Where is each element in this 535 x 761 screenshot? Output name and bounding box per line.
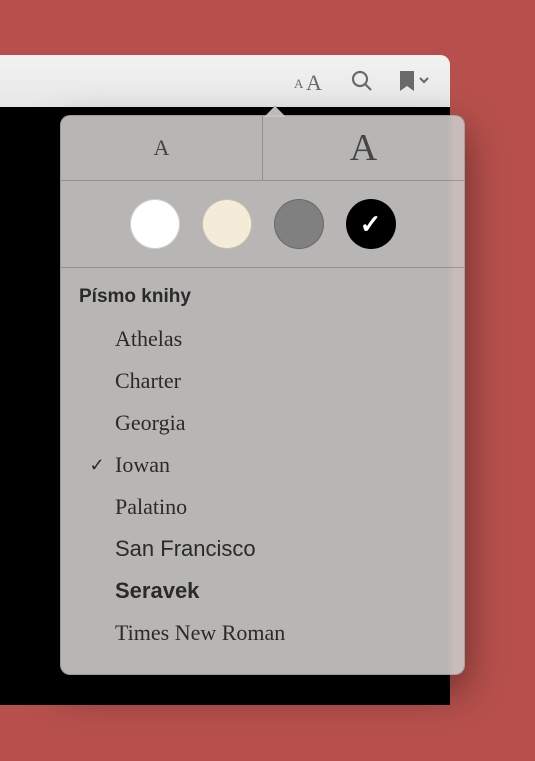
font-option[interactable]: ✓Times New Roman bbox=[79, 612, 464, 654]
font-option[interactable]: ✓Charter bbox=[79, 360, 464, 402]
increase-font-label: A bbox=[350, 126, 377, 170]
popover-arrow bbox=[264, 106, 286, 117]
font-option-label: Athelas bbox=[115, 326, 182, 352]
font-option[interactable]: ✓Georgia bbox=[79, 402, 464, 444]
font-option-label: Palatino bbox=[115, 494, 187, 520]
font-option-label: Times New Roman bbox=[115, 620, 285, 646]
svg-text:A: A bbox=[294, 76, 304, 91]
bookmark-button[interactable] bbox=[396, 69, 430, 93]
theme-swatch-black[interactable]: ✓ bbox=[346, 199, 396, 249]
appearance-button[interactable]: A A bbox=[294, 70, 328, 92]
font-option[interactable]: ✓Seravek bbox=[79, 570, 464, 612]
font-option[interactable]: ✓San Francisco bbox=[79, 528, 464, 570]
search-icon bbox=[350, 69, 374, 93]
checkmark-icon: ✓ bbox=[360, 209, 382, 240]
appearance-popover: A A ✓ Písmo knihy ✓Athelas✓Charter✓Georg… bbox=[60, 115, 465, 675]
font-list: Písmo knihy ✓Athelas✓Charter✓Georgia✓Iow… bbox=[61, 268, 464, 674]
decrease-font-button[interactable]: A bbox=[61, 116, 262, 180]
font-option-label: Georgia bbox=[115, 410, 185, 436]
theme-row: ✓ bbox=[61, 181, 464, 268]
desktop-background: A A A bbox=[0, 0, 535, 761]
bookmark-icon bbox=[396, 69, 430, 93]
decrease-font-label: A bbox=[154, 135, 170, 161]
appearance-icon: A A bbox=[294, 70, 328, 92]
font-size-row: A A bbox=[61, 116, 464, 181]
increase-font-button[interactable]: A bbox=[262, 116, 464, 180]
checkmark-icon: ✓ bbox=[79, 455, 115, 476]
font-option[interactable]: ✓Palatino bbox=[79, 486, 464, 528]
search-button[interactable] bbox=[350, 69, 374, 93]
font-option[interactable]: ✓Iowan bbox=[79, 444, 464, 486]
font-option-label: San Francisco bbox=[115, 536, 256, 562]
svg-text:A: A bbox=[306, 70, 322, 92]
font-option-label: Seravek bbox=[115, 578, 199, 604]
font-option-label: Charter bbox=[115, 368, 181, 394]
toolbar: A A bbox=[0, 55, 450, 108]
font-option-label: Iowan bbox=[115, 452, 170, 478]
font-list-header: Písmo knihy bbox=[79, 282, 464, 318]
font-option[interactable]: ✓Athelas bbox=[79, 318, 464, 360]
theme-swatch-sepia[interactable] bbox=[202, 199, 252, 249]
theme-swatch-gray[interactable] bbox=[274, 199, 324, 249]
theme-swatch-white[interactable] bbox=[130, 199, 180, 249]
